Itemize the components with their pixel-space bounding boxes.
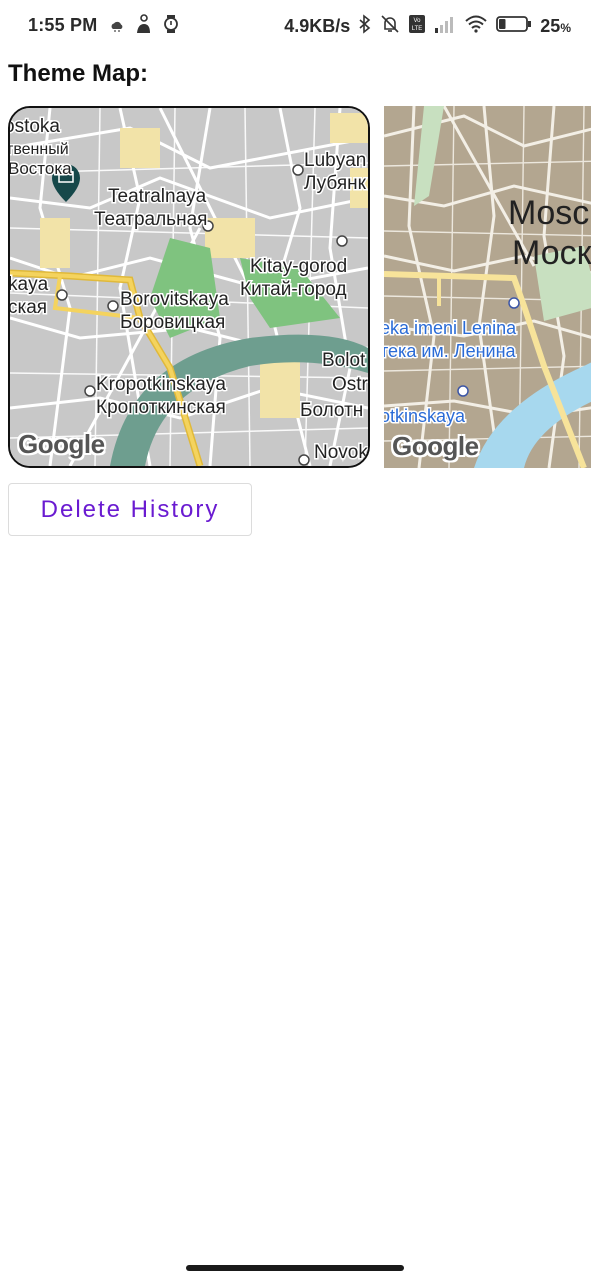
signal-icon bbox=[434, 15, 456, 38]
map-label: Mosc bbox=[508, 194, 589, 232]
home-gesture-bar[interactable] bbox=[186, 1265, 404, 1271]
bell-off-icon bbox=[380, 14, 400, 39]
bluetooth-icon bbox=[358, 14, 372, 39]
status-left-icons bbox=[110, 14, 180, 39]
delete-history-button[interactable]: Delete History bbox=[8, 483, 252, 536]
standard-map-image: ostoka твенный Востока Lubyan Лубянк Tea… bbox=[10, 108, 368, 466]
battery-percent-unit: % bbox=[560, 21, 571, 35]
status-time: 1:55 PM bbox=[28, 15, 98, 35]
map-label: твенный bbox=[10, 141, 69, 158]
map-label: Театральная bbox=[94, 209, 207, 230]
map-label: Borovitskaya bbox=[120, 289, 229, 310]
cloud-icon bbox=[110, 16, 124, 37]
map-label: Китай-город bbox=[240, 279, 347, 300]
theme-map-card-standard[interactable]: ostoka твенный Востока Lubyan Лубянк Tea… bbox=[8, 106, 370, 468]
map-label: Востока bbox=[10, 159, 72, 178]
volte-icon: Vo LTE bbox=[408, 14, 426, 39]
map-label: Боровицкая bbox=[120, 312, 225, 333]
map-label: ostoka bbox=[10, 116, 60, 137]
map-label: ская bbox=[10, 297, 47, 318]
map-label: Teatralnaya bbox=[108, 186, 207, 207]
map-label: Моск bbox=[512, 234, 591, 272]
network-speed: 4.9KB/s bbox=[284, 16, 351, 36]
svg-text:LTE: LTE bbox=[412, 26, 423, 32]
battery-icon bbox=[496, 14, 532, 39]
status-bar: 1:55 PM 4.9KB/s Vo LTE 25% bbox=[0, 0, 591, 54]
page-title: Theme Map: bbox=[8, 60, 149, 87]
theme-map-card-beige[interactable]: Mosc Моск eka imeni Lenina тека им. Лени… bbox=[384, 106, 591, 468]
map-label: Кропоткинская bbox=[96, 397, 226, 418]
beige-map-image: Mosc Моск eka imeni Lenina тека им. Лени… bbox=[384, 106, 591, 468]
map-label: otkinskaya bbox=[384, 406, 466, 426]
map-label: Kropotkinskaya bbox=[96, 374, 226, 395]
map-label: Болотн bbox=[300, 400, 363, 421]
google-attribution-logo: Google bbox=[392, 431, 479, 461]
map-label: Ostr bbox=[332, 374, 368, 395]
wifi-icon bbox=[464, 14, 488, 39]
person-icon bbox=[134, 14, 152, 39]
svg-text:Vo: Vo bbox=[414, 18, 422, 24]
theme-map-carousel[interactable]: ostoka твенный Востока Lubyan Лубянк Tea… bbox=[0, 106, 591, 468]
battery-percent: 25% bbox=[540, 16, 571, 37]
map-label: Lubyan bbox=[304, 150, 366, 171]
watch-icon bbox=[162, 14, 180, 39]
status-right: 4.9KB/s Vo LTE 25% bbox=[284, 14, 571, 39]
google-attribution-logo: Google bbox=[18, 429, 105, 459]
map-label: Bolot bbox=[322, 350, 366, 371]
map-label: Kitay-gorod bbox=[250, 256, 347, 277]
map-label: Novok bbox=[314, 442, 368, 463]
map-label: eka imeni Lenina bbox=[384, 318, 517, 338]
battery-percent-value: 25 bbox=[540, 16, 561, 36]
map-label: kaya bbox=[10, 274, 49, 295]
map-label: Лубянк bbox=[304, 173, 367, 194]
map-label: тека им. Ленина bbox=[384, 341, 517, 361]
app-screen: 1:55 PM 4.9KB/s Vo LTE 25% Theme Map: st… bbox=[0, 0, 591, 1280]
